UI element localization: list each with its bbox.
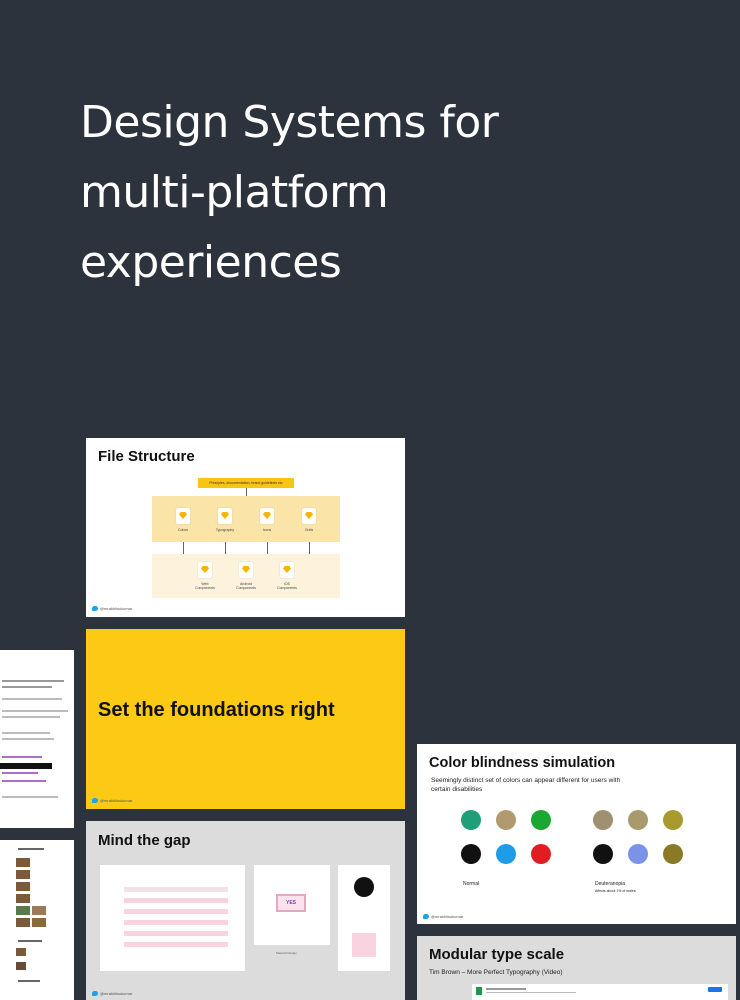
color-swatch [593,844,613,864]
deuteranopia-label: Deuteranopia [595,881,626,887]
color-swatch [531,810,551,830]
sketch-icon [280,562,294,578]
slide-modular-type[interactable]: Modular type scale Tim Brown – More Perf… [417,936,736,1000]
slide-mind-the-gap[interactable]: Mind the gap YES Material Design @mrakhi… [86,821,405,1000]
icon-mockup [338,865,390,971]
slide-file-structure[interactable]: File Structure Principles, documentation… [86,438,405,617]
hero-title-line-2: multi-platform [80,167,389,218]
sketch-icon [218,508,232,524]
color-swatch [628,810,648,830]
hero-title-line-1: Design Systems for [80,97,499,148]
twitter-icon [92,798,98,803]
file-label: Web Components [195,582,215,590]
twitter-handle: @mrakhilsukumar [92,798,132,803]
file-label: Typography [215,528,235,532]
color-swatch [461,844,481,864]
slide-title: Modular type scale [429,946,565,963]
hero-title: Design Systems for multi-platform experi… [80,88,600,298]
twitter-icon [92,606,98,611]
twitter-handle: @mrakhilsukumar [423,914,463,919]
color-swatch [531,844,551,864]
file-label: Grids [304,528,314,532]
sketch-icon [302,508,316,524]
search-icon [352,933,376,957]
sketch-icon [260,508,274,524]
slide-title: Mind the gap [98,832,191,849]
color-swatch [461,810,481,830]
slide-subtitle: Seemingly distinct set of colors can app… [431,777,621,793]
sketch-icon [198,562,212,578]
caption: Material Design [276,951,297,955]
yes-button-sample: YES [276,894,306,912]
file-label: Icons [262,528,272,532]
file-label: Colors [177,528,189,532]
button-mockup: YES [254,865,330,945]
form-mockup [100,865,245,971]
user-icon [354,877,374,897]
slide-foundations[interactable]: Set the foundations right @mrakhilsukuma… [86,629,405,809]
hero-title-line-3: experiences [80,237,342,288]
doc-thumbnail-2[interactable] [0,840,74,1000]
share-button [708,987,722,992]
normal-label: Normal [463,881,480,887]
slide-title: Color blindness simulation [429,755,616,771]
deuteranopia-note: Affects about 1% of males [595,889,636,893]
color-swatch [663,810,683,830]
twitter-handle: @mrakhilsukumar [92,991,132,996]
sheets-icon [476,987,482,995]
spreadsheet-mockup [472,984,728,1000]
principles-box: Principles, documentation, brand guideli… [198,478,294,488]
color-swatch [628,844,648,864]
twitter-icon [423,914,429,919]
doc-thumbnail-1[interactable] [0,650,74,828]
color-swatch [663,844,683,864]
file-label: Android Components [236,582,256,590]
file-label: iOS Components [277,582,297,590]
twitter-handle: @mrakhilsukumar [92,606,132,611]
color-swatch [496,844,516,864]
sketch-icon [176,508,190,524]
twitter-icon [92,991,98,996]
slide-title: Set the foundations right [98,699,335,721]
color-swatch [593,810,613,830]
slide-color-blindness[interactable]: Color blindness simulation Seemingly dis… [417,744,736,924]
sketch-icon [239,562,253,578]
color-swatch [496,810,516,830]
slide-title: File Structure [98,448,195,465]
slide-subtitle: Tim Brown – More Perfect Typography (Vid… [429,969,563,976]
